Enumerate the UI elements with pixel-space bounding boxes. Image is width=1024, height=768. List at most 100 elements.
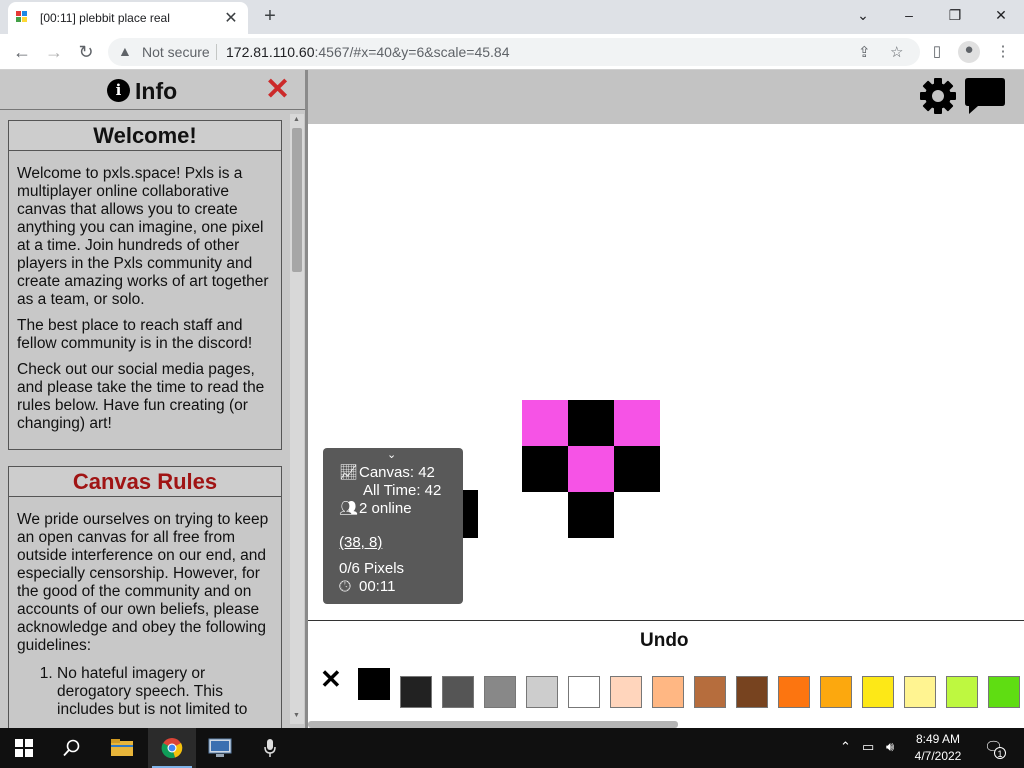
clock-time[interactable]: 8:49 AM: [906, 732, 970, 746]
welcome-paragraph: Check out our social media pages, and pl…: [17, 361, 265, 432]
tab-search-icon[interactable]: ⌄: [840, 3, 886, 27]
undo-button[interactable]: Undo: [640, 630, 689, 652]
palette-swatch[interactable]: [820, 676, 852, 708]
rules-section: Canvas Rules We pride ourselves on tryin…: [8, 466, 282, 728]
rules-intro: We pride ourselves on trying to keep an …: [17, 511, 269, 654]
panel-scroll-thumb[interactable]: [292, 128, 302, 272]
palette-swatch[interactable]: [652, 676, 684, 708]
palette-swatch[interactable]: [400, 676, 432, 708]
omnibox-divider: [216, 44, 217, 60]
welcome-heading: Welcome!: [9, 121, 281, 151]
welcome-section: Welcome! Welcome to pxls.space! Pxls is …: [8, 120, 282, 450]
canvas-pixel[interactable]: [614, 400, 660, 446]
canvas-top-bar: [308, 70, 1024, 124]
url-text[interactable]: 172.81.110.60:4567/#x=40&y=6&scale=45.84: [226, 44, 510, 60]
palette-swatch[interactable]: [862, 676, 894, 708]
url-host: 172.81.110.60: [226, 44, 315, 60]
tab-title: [00:11] plebbit place real: [40, 11, 170, 25]
palette-divider: [308, 620, 1024, 621]
users-icon: 👥︎: [339, 500, 359, 517]
canvas-pixel[interactable]: [614, 446, 660, 492]
rules-body: We pride ourselves on trying to keep an …: [9, 497, 281, 719]
palette-swatch[interactable]: [610, 676, 642, 708]
pxls-favicon-icon: [16, 11, 30, 25]
info-panel-header: i Info ✕: [0, 70, 305, 110]
bookmark-star-icon[interactable]: ☆: [890, 43, 903, 61]
collapse-chevron-icon[interactable]: ⌄: [387, 448, 396, 461]
info-panel-title: Info: [135, 78, 178, 104]
chart-icon: 📈︎: [339, 464, 359, 481]
side-panel-icon[interactable]: ▯: [926, 42, 948, 64]
volume-icon[interactable]: 🔊︎: [886, 739, 894, 755]
chat-bubble-icon[interactable]: [964, 76, 1006, 116]
palette-swatch[interactable]: [568, 676, 600, 708]
clock-date[interactable]: 4/7/2022: [906, 749, 970, 763]
forward-arrow-icon[interactable]: →: [42, 40, 66, 64]
palette-swatch[interactable]: [904, 676, 936, 708]
coordinates-link[interactable]: (38, 8): [339, 534, 382, 551]
url-path: :4567/#x=40&y=6&scale=45.84: [314, 44, 510, 60]
profile-avatar-icon[interactable]: ●: [958, 41, 980, 63]
windows-taskbar: ⌃ ▭ 🔊︎ 8:49 AM 4/7/2022 🗨︎ 1: [0, 728, 1024, 768]
palette-swatch[interactable]: [484, 676, 516, 708]
deselect-color-icon[interactable]: ✕: [320, 664, 342, 695]
canvas-count: Canvas: 42: [359, 464, 435, 481]
welcome-body: Welcome to pxls.space! Pxls is a multipl…: [9, 151, 281, 433]
palette-swatch[interactable]: [526, 676, 558, 708]
back-arrow-icon[interactable]: ←: [10, 40, 34, 64]
close-panel-icon[interactable]: ✕: [265, 73, 290, 107]
rules-heading: Canvas Rules: [9, 467, 281, 497]
address-bar[interactable]: ▲ Not secure 172.81.110.60:4567/#x=40&y=…: [108, 38, 920, 66]
chrome-icon[interactable]: [148, 728, 196, 768]
canvas-pixel[interactable]: [522, 446, 568, 492]
rules-list-item: No hateful imagery or derogatory speech.…: [57, 665, 273, 719]
canvas-pixel[interactable]: [568, 446, 614, 492]
browser-toolbar: ← → ↻ ▲ Not secure 172.81.110.60:4567/#x…: [0, 34, 1024, 70]
microphone-icon[interactable]: [246, 728, 294, 768]
stats-overlay: ⌄ 📈︎Canvas: 42 All Time: 42 👥︎2 online (…: [323, 448, 463, 604]
browser-titlebar: [00:11] plebbit place real ✕ + ⌄ – ❐ ✕: [0, 0, 1024, 34]
info-panel: i Info ✕ Welcome! Welcome to pxls.space!…: [0, 70, 308, 728]
canvas-area[interactable]: ⌄ 📈︎Canvas: 42 All Time: 42 👥︎2 online (…: [308, 70, 1024, 728]
security-status[interactable]: Not secure: [142, 44, 210, 60]
clock-icon: 🕓︎: [339, 578, 351, 595]
horizontal-scrollbar[interactable]: [308, 721, 678, 728]
remote-desktop-icon[interactable]: [196, 728, 244, 768]
palette-swatch[interactable]: [694, 676, 726, 708]
minimize-button[interactable]: –: [886, 3, 932, 27]
scroll-down-arrow-icon[interactable]: ▼: [293, 712, 300, 719]
notification-badge: 1: [994, 747, 1006, 759]
scroll-up-arrow-icon[interactable]: ▲: [293, 116, 300, 123]
share-icon[interactable]: ⇪: [858, 43, 871, 61]
cooldown-timer: 00:11: [359, 578, 396, 595]
reload-icon[interactable]: ↻: [74, 40, 98, 64]
palette-swatch[interactable]: [442, 676, 474, 708]
tab-close-icon[interactable]: ✕: [222, 8, 240, 28]
info-circle-icon: i: [107, 79, 130, 102]
warning-triangle-icon[interactable]: ▲: [118, 43, 132, 59]
welcome-paragraph: The best place to reach staff and fellow…: [17, 317, 253, 352]
palette-swatch[interactable]: [778, 676, 810, 708]
menu-kebab-icon[interactable]: ⋮: [992, 42, 1014, 64]
all-time-count: All Time: 42: [363, 482, 442, 499]
rules-list: No hateful imagery or derogatory speech.…: [57, 665, 273, 719]
windows-start-icon[interactable]: [0, 728, 48, 768]
canvas-pixel[interactable]: [568, 492, 614, 538]
new-tab-button[interactable]: +: [258, 5, 282, 28]
palette-swatch[interactable]: [946, 676, 978, 708]
panel-scrollbar[interactable]: ▲ ▼: [290, 114, 304, 724]
browser-tab[interactable]: [00:11] plebbit place real ✕: [8, 2, 248, 34]
canvas-pixel[interactable]: [522, 400, 568, 446]
search-icon[interactable]: [48, 728, 96, 768]
restore-button[interactable]: ❐: [932, 3, 978, 27]
palette-swatch[interactable]: [736, 676, 768, 708]
settings-gear-icon[interactable]: [918, 76, 958, 116]
window-close-button[interactable]: ✕: [978, 3, 1024, 27]
palette-swatch[interactable]: [988, 676, 1020, 708]
palette-swatch[interactable]: [358, 668, 390, 700]
network-icon[interactable]: ▭: [862, 739, 874, 755]
tray-chevron-up-icon[interactable]: ⌃: [840, 739, 851, 755]
file-explorer-icon[interactable]: [98, 728, 146, 768]
canvas-pixel[interactable]: [568, 400, 614, 446]
online-count: 2 online: [359, 500, 412, 517]
